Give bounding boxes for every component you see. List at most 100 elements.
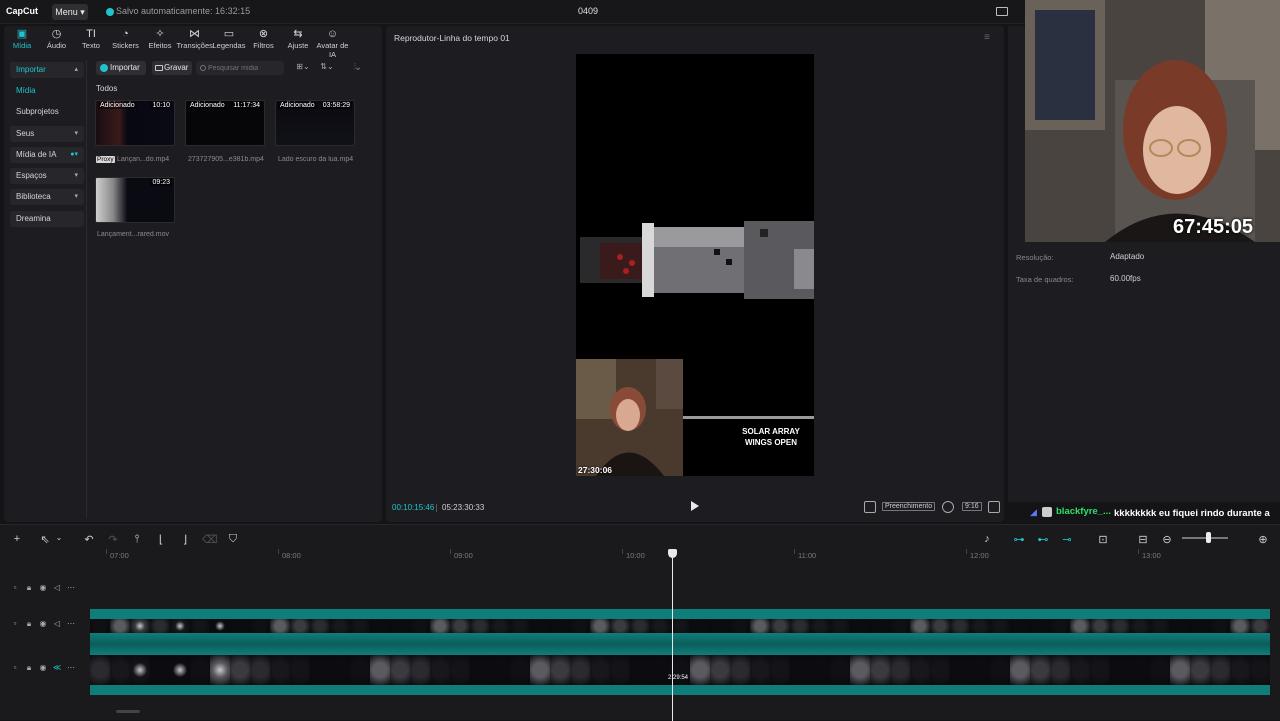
- snap-icon[interactable]: ⊸: [1060, 533, 1074, 546]
- audio-waveform[interactable]: [90, 685, 1270, 695]
- eye-icon[interactable]: ◉: [36, 619, 50, 628]
- more-icon[interactable]: ⋯: [64, 583, 78, 592]
- nav-seus[interactable]: Seus ▾: [10, 126, 84, 142]
- nav-subprojetos[interactable]: Subprojetos: [10, 104, 84, 120]
- chevron-down-icon[interactable]: ⌄: [52, 533, 66, 542]
- divider: [86, 60, 87, 518]
- shield-icon[interactable]: ⛉: [226, 533, 240, 546]
- duration-label: 03:58:29: [320, 102, 352, 109]
- tab-filters[interactable]: ⊗ Filtros: [246, 28, 282, 50]
- filter-icon[interactable]: ⫶⌄: [348, 62, 366, 74]
- audio-icon[interactable]: ◁: [50, 583, 64, 592]
- nav-midia[interactable]: Mídia: [10, 83, 84, 99]
- menu-icon[interactable]: ≡: [984, 32, 990, 43]
- preview-canvas[interactable]: 27:30:06 SOLAR ARRAY WINGS OPEN: [576, 54, 814, 476]
- nav-midia-ia[interactable]: Mídia de IA ●▾: [10, 147, 84, 163]
- audio-icon[interactable]: ≪: [50, 663, 64, 672]
- playhead-handle[interactable]: [668, 549, 677, 558]
- more-icon[interactable]: ⋯: [64, 619, 78, 628]
- fill-button[interactable]: Preenchimento: [882, 502, 936, 511]
- media-filename: 273727905...e381b.mp4: [188, 156, 264, 163]
- undo-icon[interactable]: ↶: [82, 533, 96, 546]
- clip-frame: [490, 655, 510, 685]
- search-input[interactable]: [196, 61, 284, 75]
- redo-icon[interactable]: ↷: [106, 533, 120, 546]
- tab-ai-avatar[interactable]: ☺ Avatar de IA: [315, 28, 351, 59]
- lock-icon[interactable]: 🔒︎: [22, 663, 36, 673]
- clip-frame: [410, 655, 430, 685]
- audio-waveform[interactable]: [90, 633, 1270, 655]
- tab-text[interactable]: TI Texto: [73, 28, 109, 50]
- stream-timer: 67:45:05: [1173, 216, 1254, 238]
- timeline-ruler[interactable]: 07:00 08:00 09:00 10:00 11:00 12:00 13:00: [90, 549, 1280, 563]
- audio-icon[interactable]: ◁: [50, 619, 64, 628]
- clip-frame: [610, 619, 630, 633]
- screenshot-icon[interactable]: [942, 501, 954, 513]
- zoom-slider[interactable]: [1182, 537, 1228, 539]
- zoom-slider-handle[interactable]: [1206, 532, 1211, 543]
- eye-icon[interactable]: ◉: [36, 663, 50, 672]
- clip-frame: [1250, 619, 1270, 633]
- ai-avatar-icon: ☺: [326, 28, 339, 40]
- tab-label: Mídia: [12, 41, 32, 50]
- crop-icon[interactable]: [864, 501, 876, 513]
- clip-frame: [1250, 655, 1270, 685]
- proxy-badge: Proxy: [96, 156, 115, 163]
- zoom-in-icon[interactable]: ⊕: [1256, 533, 1270, 546]
- video-clip[interactable]: [90, 609, 1270, 619]
- tab-transitions[interactable]: ⋈ Transições: [177, 28, 213, 50]
- added-label: Adicionado: [98, 102, 137, 109]
- trim-left-icon[interactable]: ⌊: [154, 533, 168, 546]
- nav-biblioteca[interactable]: Biblioteca ▾: [10, 189, 84, 205]
- video-clip-filmstrip[interactable]: [90, 619, 1270, 633]
- eye-icon[interactable]: ◉: [36, 583, 50, 592]
- clip-frame: [530, 619, 550, 633]
- tab-label: Áudio: [46, 41, 67, 50]
- trim-right-icon[interactable]: ⌋: [178, 533, 192, 546]
- playhead[interactable]: [672, 551, 673, 721]
- media-thumbnail[interactable]: Adicionado 10:10: [95, 100, 175, 146]
- media-thumbnail[interactable]: Adicionado 03:58:29: [275, 100, 355, 146]
- tab-captions[interactable]: ▭ Legendas: [211, 28, 247, 50]
- link-icon[interactable]: ⊶: [1012, 533, 1026, 546]
- preview-axis-icon[interactable]: ⊡: [1096, 533, 1110, 546]
- play-icon[interactable]: [690, 500, 700, 512]
- magnet-icon[interactable]: ⊷: [1036, 533, 1050, 546]
- select-tool-icon[interactable]: ⇖: [38, 533, 52, 546]
- tab-stickers[interactable]: ◔ Stickers: [108, 28, 144, 50]
- media-thumbnail[interactable]: Adicionado 11:17:34: [185, 100, 265, 146]
- fullscreen-icon[interactable]: [988, 501, 1000, 513]
- tab-label: Stickers: [112, 41, 139, 50]
- horizontal-scrollbar[interactable]: [116, 710, 140, 713]
- clip-frame: [650, 619, 670, 633]
- media-thumbnail[interactable]: 09:23: [95, 177, 175, 223]
- microphone-icon[interactable]: ♪: [980, 533, 994, 545]
- add-track-icon[interactable]: +: [10, 533, 24, 545]
- zoom-out-icon[interactable]: ⊖: [1160, 533, 1174, 546]
- more-icon[interactable]: ⋯: [64, 663, 78, 672]
- clip-frame: [630, 655, 650, 685]
- nav-importar[interactable]: Importar ▴: [10, 62, 84, 78]
- split-icon[interactable]: ⫯: [130, 533, 144, 546]
- aspect-ratio-button[interactable]: 9:16: [962, 502, 982, 511]
- nav-espacos[interactable]: Espaços ▾: [10, 168, 84, 184]
- tab-label: Filtros: [253, 41, 274, 50]
- layout-icon[interactable]: [996, 7, 1008, 16]
- menu-button[interactable]: Menu ▾: [52, 4, 88, 20]
- delete-icon[interactable]: ⌫: [202, 533, 218, 546]
- nav-dreamina[interactable]: Dreamina: [10, 211, 84, 227]
- clip-frame: [1150, 655, 1170, 685]
- tab-adjust[interactable]: ⇆ Ajuste: [280, 28, 316, 50]
- sort-icon[interactable]: ⇅⌄: [318, 62, 336, 74]
- clip-frame: [1230, 619, 1250, 633]
- lock-icon[interactable]: 🔒︎: [22, 619, 36, 629]
- view-mode-icon[interactable]: ⊞⌄: [294, 62, 312, 74]
- lock-icon[interactable]: 🔒︎: [22, 583, 36, 593]
- clip-frame: [950, 619, 970, 633]
- clip-frame: [870, 655, 890, 685]
- tab-effects[interactable]: ✧ Efeitos: [142, 28, 178, 50]
- tab-audio[interactable]: ◷ Áudio: [39, 28, 75, 50]
- tab-media[interactable]: ▣ Mídia: [4, 28, 40, 50]
- caption-icon[interactable]: ⊟: [1136, 533, 1150, 546]
- chevron-down-icon: ▾: [74, 172, 78, 179]
